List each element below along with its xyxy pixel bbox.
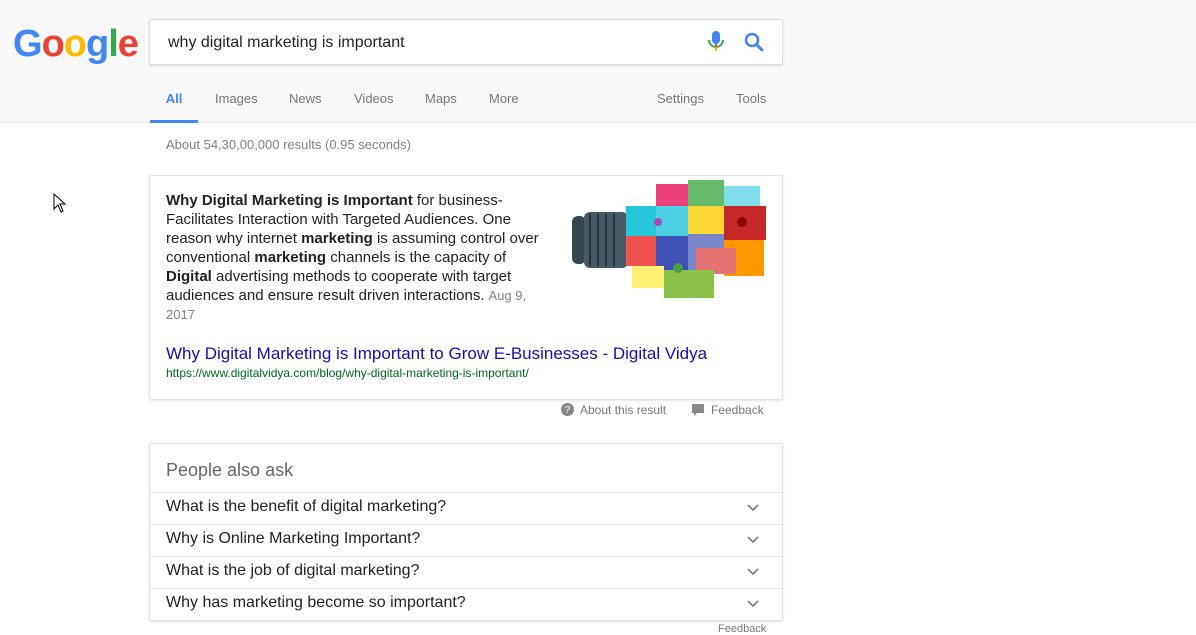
lightbulb-puzzle-image[interactable] xyxy=(568,176,780,301)
paa-question-2[interactable]: Why is Online Marketing Important? xyxy=(150,524,782,556)
paa-title: People also ask xyxy=(166,460,294,480)
paa-question-4[interactable]: Why has marketing become so important? xyxy=(150,588,782,620)
tab-more[interactable]: More xyxy=(489,84,519,120)
google-logo[interactable]: Google xyxy=(13,22,139,66)
paa-question-1[interactable]: What is the benefit of digital marketing… xyxy=(150,492,782,524)
svg-text:?: ? xyxy=(565,405,571,416)
tab-images[interactable]: Images xyxy=(215,84,258,120)
feedback-link[interactable]: Feedback xyxy=(692,403,764,417)
mouse-cursor-icon xyxy=(53,193,67,213)
tab-tools[interactable]: Tools xyxy=(736,84,766,120)
chevron-down-icon xyxy=(747,536,759,544)
featured-snippet: Why Digital Marketing is Important for b… xyxy=(149,175,783,400)
tab-settings[interactable]: Settings xyxy=(657,84,704,120)
search-input[interactable] xyxy=(166,31,690,55)
search-icon[interactable] xyxy=(742,30,766,54)
mic-icon[interactable] xyxy=(706,30,726,54)
result-title-link[interactable]: Why Digital Marketing is Important to Gr… xyxy=(166,344,707,364)
feedback-icon xyxy=(692,404,704,416)
header: Google All Images News Videos Maps More … xyxy=(0,0,1196,123)
about-this-result[interactable]: ? About this result xyxy=(561,403,666,417)
chevron-down-icon xyxy=(747,504,759,512)
search-box xyxy=(149,19,783,65)
chevron-down-icon xyxy=(747,600,759,608)
snippet-text: Why Digital Marketing is Important for b… xyxy=(166,192,539,322)
paa-feedback-link[interactable]: Feedback xyxy=(718,623,766,635)
result-stats: About 54,30,00,000 results (0.95 seconds… xyxy=(166,137,411,152)
chevron-down-icon xyxy=(747,568,759,576)
tab-videos[interactable]: Videos xyxy=(354,84,394,120)
tab-news[interactable]: News xyxy=(289,84,322,120)
people-also-ask: People also ask What is the benefit of d… xyxy=(149,443,783,621)
result-url: https://www.digitalvidya.com/blog/why-di… xyxy=(166,366,529,380)
tab-maps[interactable]: Maps xyxy=(425,84,457,120)
paa-question-3[interactable]: What is the job of digital marketing? xyxy=(150,556,782,588)
help-icon: ? xyxy=(561,403,574,416)
tab-all[interactable]: All xyxy=(150,84,198,123)
